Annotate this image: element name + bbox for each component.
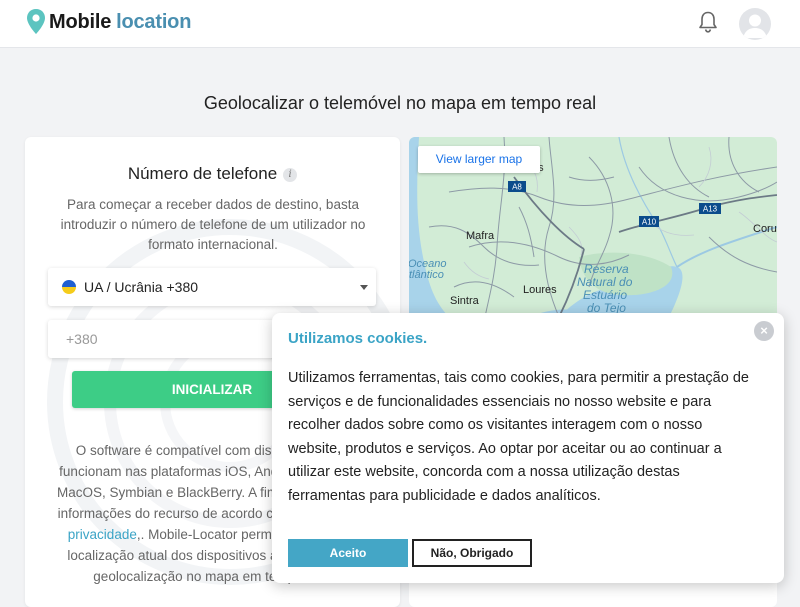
map-label-reserva-1: Reserva	[584, 262, 629, 276]
user-avatar-icon[interactable]	[739, 8, 771, 40]
privacy-link[interactable]: privacidade	[68, 527, 137, 542]
brand-name-primary: Mobile	[49, 10, 112, 33]
map-label-reserva-2: Natural do	[577, 275, 633, 289]
cookie-dialog-title: Utilizamos cookies.	[288, 330, 428, 347]
map-label-a10: A10	[642, 218, 657, 227]
ukraine-flag-icon	[62, 280, 76, 294]
info-icon[interactable]: i	[283, 167, 298, 182]
country-select-value: UA / Ucrânia +380	[84, 279, 199, 295]
map-label-loures: Loures	[523, 284, 557, 296]
map-label-sintra: Sintra	[450, 295, 480, 307]
brand-name-secondary: location	[116, 10, 192, 33]
decline-cookies-button[interactable]: Não, Obrigado	[412, 539, 532, 567]
map-label-a13: A13	[703, 205, 718, 214]
map-label-mafra: Mafra	[466, 230, 495, 242]
brand-name: Mobile location	[49, 11, 191, 34]
map-label-a8: A8	[512, 183, 522, 192]
phone-number-title: Número de telefone i	[25, 164, 400, 184]
map-label-reserva-3: Estuário	[583, 288, 627, 302]
chevron-down-icon	[360, 285, 368, 290]
map-label-coruche: Coru	[753, 223, 777, 235]
map-label-oceano-2: tlântico	[409, 269, 444, 281]
map-pin-icon	[27, 9, 45, 34]
country-select[interactable]: UA / Ucrânia +380	[48, 268, 376, 306]
cookie-dialog: Utilizamos cookies. × Utilizamos ferrame…	[272, 313, 784, 583]
bell-icon[interactable]	[697, 10, 719, 34]
page-headline: Geolocalizar o telemóvel no mapa em temp…	[203, 93, 597, 113]
accept-cookies-button[interactable]: Aceito	[288, 539, 408, 567]
brand-logo[interactable]: Mobile location	[25, 6, 191, 38]
intro-text: Para começar a receber dados de destino,…	[60, 197, 366, 252]
phone-number-title-text: Número de telefone	[127, 164, 278, 183]
close-icon[interactable]: ×	[754, 321, 774, 341]
cookie-dialog-text: Utilizamos ferramentas, tais como cookie…	[288, 370, 749, 504]
top-bar: Mobile location	[0, 0, 800, 48]
view-larger-map-link[interactable]: View larger map	[418, 146, 540, 173]
